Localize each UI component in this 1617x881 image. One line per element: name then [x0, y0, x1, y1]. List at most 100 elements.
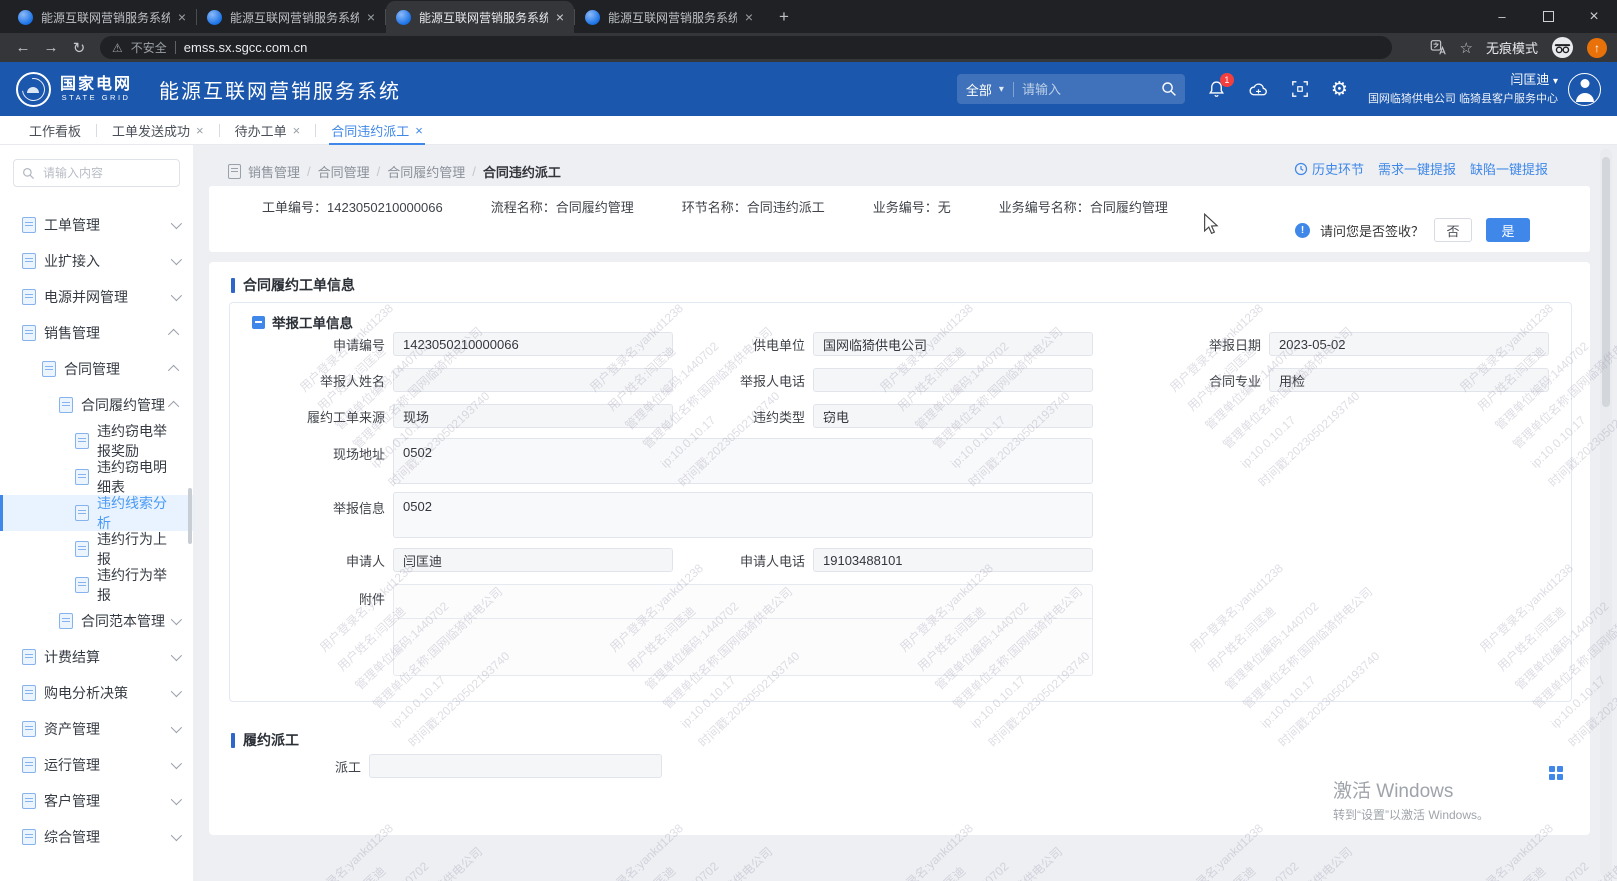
- sidebar-item-购电分析决策[interactable]: 购电分析决策: [0, 675, 193, 711]
- sidebar-item-运行管理[interactable]: 运行管理: [0, 747, 193, 783]
- sidebar-menu: 工单管理业扩接入电源并网管理销售管理合同管理合同履约管理违约窃电举报奖励违约窃电…: [0, 207, 193, 855]
- field-input[interactable]: 闫匡迪: [393, 548, 673, 572]
- document-icon: [75, 541, 89, 557]
- fullscreen-scan-icon[interactable]: [1291, 80, 1309, 98]
- bookmark-star-icon[interactable]: [1460, 39, 1473, 57]
- tab-close-icon[interactable]: [178, 9, 186, 25]
- field-input[interactable]: 用检: [1269, 368, 1549, 392]
- maximize-icon[interactable]: [1525, 0, 1571, 33]
- field-input[interactable]: [813, 368, 1093, 392]
- grid-widget-icon[interactable]: [1549, 766, 1563, 780]
- gear-icon[interactable]: ⚙: [1331, 80, 1348, 99]
- site-favicon-icon: [18, 10, 33, 25]
- collapse-minus-icon[interactable]: [252, 316, 265, 329]
- bell-icon[interactable]: 1: [1207, 80, 1226, 99]
- field-textarea[interactable]: 0502: [393, 438, 1093, 484]
- field-input[interactable]: 窃电: [813, 404, 1093, 428]
- sidebar-item-违约行为举报[interactable]: 违约行为举报: [0, 567, 193, 603]
- user-block[interactable]: 闫匡迪 国网临猗供电公司 临猗县客户服务中心: [1368, 70, 1558, 107]
- sidebar-item-计费结算[interactable]: 计费结算: [0, 639, 193, 675]
- dispatch-input[interactable]: [369, 754, 662, 778]
- browser-tab[interactable]: 能源互联网营销服务系统: [386, 1, 574, 33]
- address-bar[interactable]: 不安全 emss.sx.sgcc.com.cn: [100, 36, 1392, 59]
- incognito-icon[interactable]: [1551, 36, 1574, 59]
- breadcrumb-item[interactable]: 销售管理: [248, 162, 300, 181]
- field-input[interactable]: 19103488101: [813, 548, 1093, 572]
- minimize-icon[interactable]: [1479, 0, 1525, 33]
- back-icon[interactable]: [10, 39, 36, 56]
- sidebar-item-合同管理[interactable]: 合同管理: [0, 351, 193, 387]
- browser-tab[interactable]: 能源互联网营销服务系统: [575, 1, 763, 33]
- sidebar-scrollbar-thumb[interactable]: [188, 488, 192, 544]
- page-tab[interactable]: 待办工单: [220, 116, 316, 144]
- breadcrumb: 销售管理/合同管理/合同履约管理/合同违约派工: [228, 162, 561, 181]
- quick-link[interactable]: 历史环节: [1294, 159, 1364, 178]
- field-input[interactable]: [393, 368, 673, 392]
- page-scrollbar-thumb[interactable]: [1602, 157, 1610, 407]
- field-input[interactable]: 2023-05-02: [1269, 332, 1549, 356]
- sidebar-item-电源并网管理[interactable]: 电源并网管理: [0, 279, 193, 315]
- sidebar-item-违约线索分析[interactable]: 违约线索分析: [0, 495, 193, 531]
- page-tab[interactable]: 工作看板: [14, 116, 96, 144]
- sidebar-item-合同范本管理[interactable]: 合同范本管理: [0, 603, 193, 639]
- sidebar-item-业扩接入[interactable]: 业扩接入: [0, 243, 193, 279]
- tab-close-icon[interactable]: [293, 123, 301, 138]
- browser-tab[interactable]: 能源互联网营销服务系统: [197, 1, 385, 33]
- brand-cn: 国家电网: [60, 76, 132, 94]
- page-tab[interactable]: 工单发送成功: [97, 116, 219, 144]
- search-scope-select[interactable]: 全部: [957, 80, 1013, 99]
- tab-close-icon[interactable]: [556, 9, 564, 25]
- tab-close-icon[interactable]: [367, 9, 375, 25]
- no-button[interactable]: 否: [1434, 218, 1472, 242]
- browser-tab-strip: 能源互联网营销服务系统能源互联网营销服务系统能源互联网营销服务系统能源互联网营销…: [0, 0, 1617, 33]
- attachment-area[interactable]: [393, 584, 1093, 676]
- sidebar-item-违约窃电明细表[interactable]: 违约窃电明细表: [0, 459, 193, 495]
- search-icon[interactable]: [1161, 81, 1185, 97]
- forward-icon[interactable]: [38, 39, 64, 56]
- sidebar-item-违约行为上报[interactable]: 违约行为上报: [0, 531, 193, 567]
- search-icon: [22, 167, 35, 180]
- sidebar-item-资产管理[interactable]: 资产管理: [0, 711, 193, 747]
- sidebar-item-综合管理[interactable]: 综合管理: [0, 819, 193, 855]
- update-icon[interactable]: [1587, 38, 1607, 58]
- page-tab[interactable]: 合同违约派工: [316, 116, 438, 144]
- tab-close-icon[interactable]: [415, 123, 423, 138]
- browser-toolbar: 不安全 emss.sx.sgcc.com.cn 无痕模式: [0, 33, 1617, 62]
- form-field: 举报日期2023-05-02: [1114, 332, 1549, 356]
- watermark-line: ip:10.0.10.17: [1234, 859, 1377, 881]
- quick-link[interactable]: 需求一键提报: [1378, 159, 1456, 178]
- sidebar-item-客户管理[interactable]: 客户管理: [0, 783, 193, 819]
- translate-icon[interactable]: [1430, 39, 1447, 56]
- sidebar-item-合同履约管理[interactable]: 合同履约管理: [0, 387, 193, 423]
- workorder-field: 业务编号名称：合同履约管理: [999, 198, 1168, 218]
- browser-tab[interactable]: 能源互联网营销服务系统: [8, 1, 196, 33]
- avatar[interactable]: [1568, 73, 1601, 106]
- search-input[interactable]: [1014, 82, 1161, 97]
- breadcrumb-item[interactable]: 合同管理: [318, 162, 370, 181]
- page-tab-label: 工作看板: [29, 121, 81, 140]
- quick-link[interactable]: 缺陷一键提报: [1470, 159, 1548, 178]
- sidebar-item-销售管理[interactable]: 销售管理: [0, 315, 193, 351]
- sidebar-item-label: 违约窃电举报奖励: [97, 421, 179, 461]
- field-input[interactable]: 现场: [393, 404, 673, 428]
- tab-close-icon[interactable]: [196, 123, 204, 138]
- field-input[interactable]: 国网临猗供电公司: [813, 332, 1093, 356]
- field-textarea[interactable]: 0502: [393, 492, 1093, 538]
- breadcrumb-item[interactable]: 合同履约管理: [387, 162, 465, 181]
- sidebar-search-input[interactable]: [41, 165, 171, 181]
- new-tab-button[interactable]: +: [771, 4, 797, 30]
- reload-icon[interactable]: [66, 39, 92, 57]
- cloud-sync-icon[interactable]: [1248, 80, 1269, 99]
- yes-button[interactable]: 是: [1486, 218, 1530, 242]
- sidebar-item-违约窃电举报奖励[interactable]: 违约窃电举报奖励: [0, 423, 193, 459]
- tab-close-icon[interactable]: [745, 9, 753, 25]
- page-scrollbar[interactable]: [1600, 149, 1612, 877]
- breadcrumb-item[interactable]: 合同违约派工: [483, 162, 561, 181]
- close-icon[interactable]: [1571, 0, 1617, 33]
- sidebar-item-label: 运行管理: [44, 755, 100, 775]
- watermark-line: 管理单位名称:国网临猗供电公司: [346, 840, 489, 881]
- field-input[interactable]: 1423050210000066: [393, 332, 673, 356]
- watermark-line: 管理单位名称:国网临猗供电公司: [636, 840, 779, 881]
- sidebar-item-工单管理[interactable]: 工单管理: [0, 207, 193, 243]
- search-scope-value: 全部: [966, 80, 992, 99]
